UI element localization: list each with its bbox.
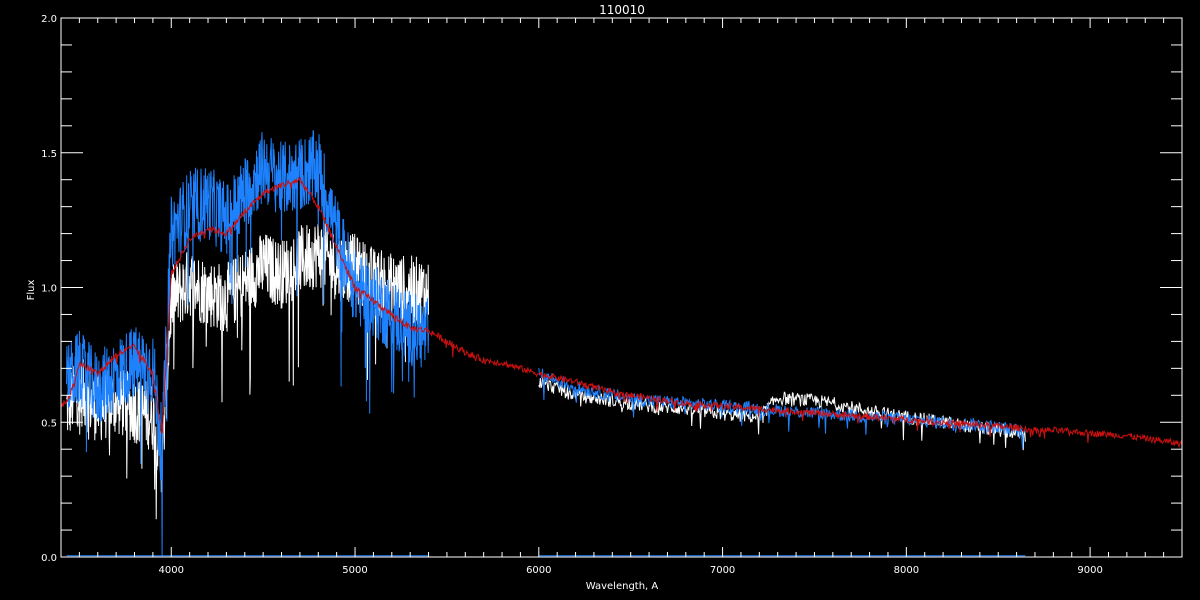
x-tick-label: 4000	[159, 565, 184, 576]
x-tick-label: 5000	[342, 565, 367, 576]
x-tick-label: 7000	[710, 565, 735, 576]
y-tick-label: 1.5	[41, 149, 57, 160]
x-axis-label: Wavelength, A	[586, 581, 659, 592]
y-axis-label: Flux	[26, 280, 37, 301]
x-tick-label: 8000	[894, 565, 919, 576]
y-tick-label: 2.0	[41, 14, 57, 25]
chart-title: 110010	[599, 3, 645, 17]
x-tick-label: 9000	[1077, 565, 1102, 576]
y-tick-label: 0.5	[41, 418, 57, 429]
spectrum-chart: 110010 4000 5000 6000 7000 8000 9000 0.0 0.5 1.0…	[0, 0, 1200, 600]
y-tick-label: 1.0	[41, 284, 57, 295]
y-tick-label: 0.0	[41, 553, 57, 564]
x-tick-label: 6000	[526, 565, 551, 576]
